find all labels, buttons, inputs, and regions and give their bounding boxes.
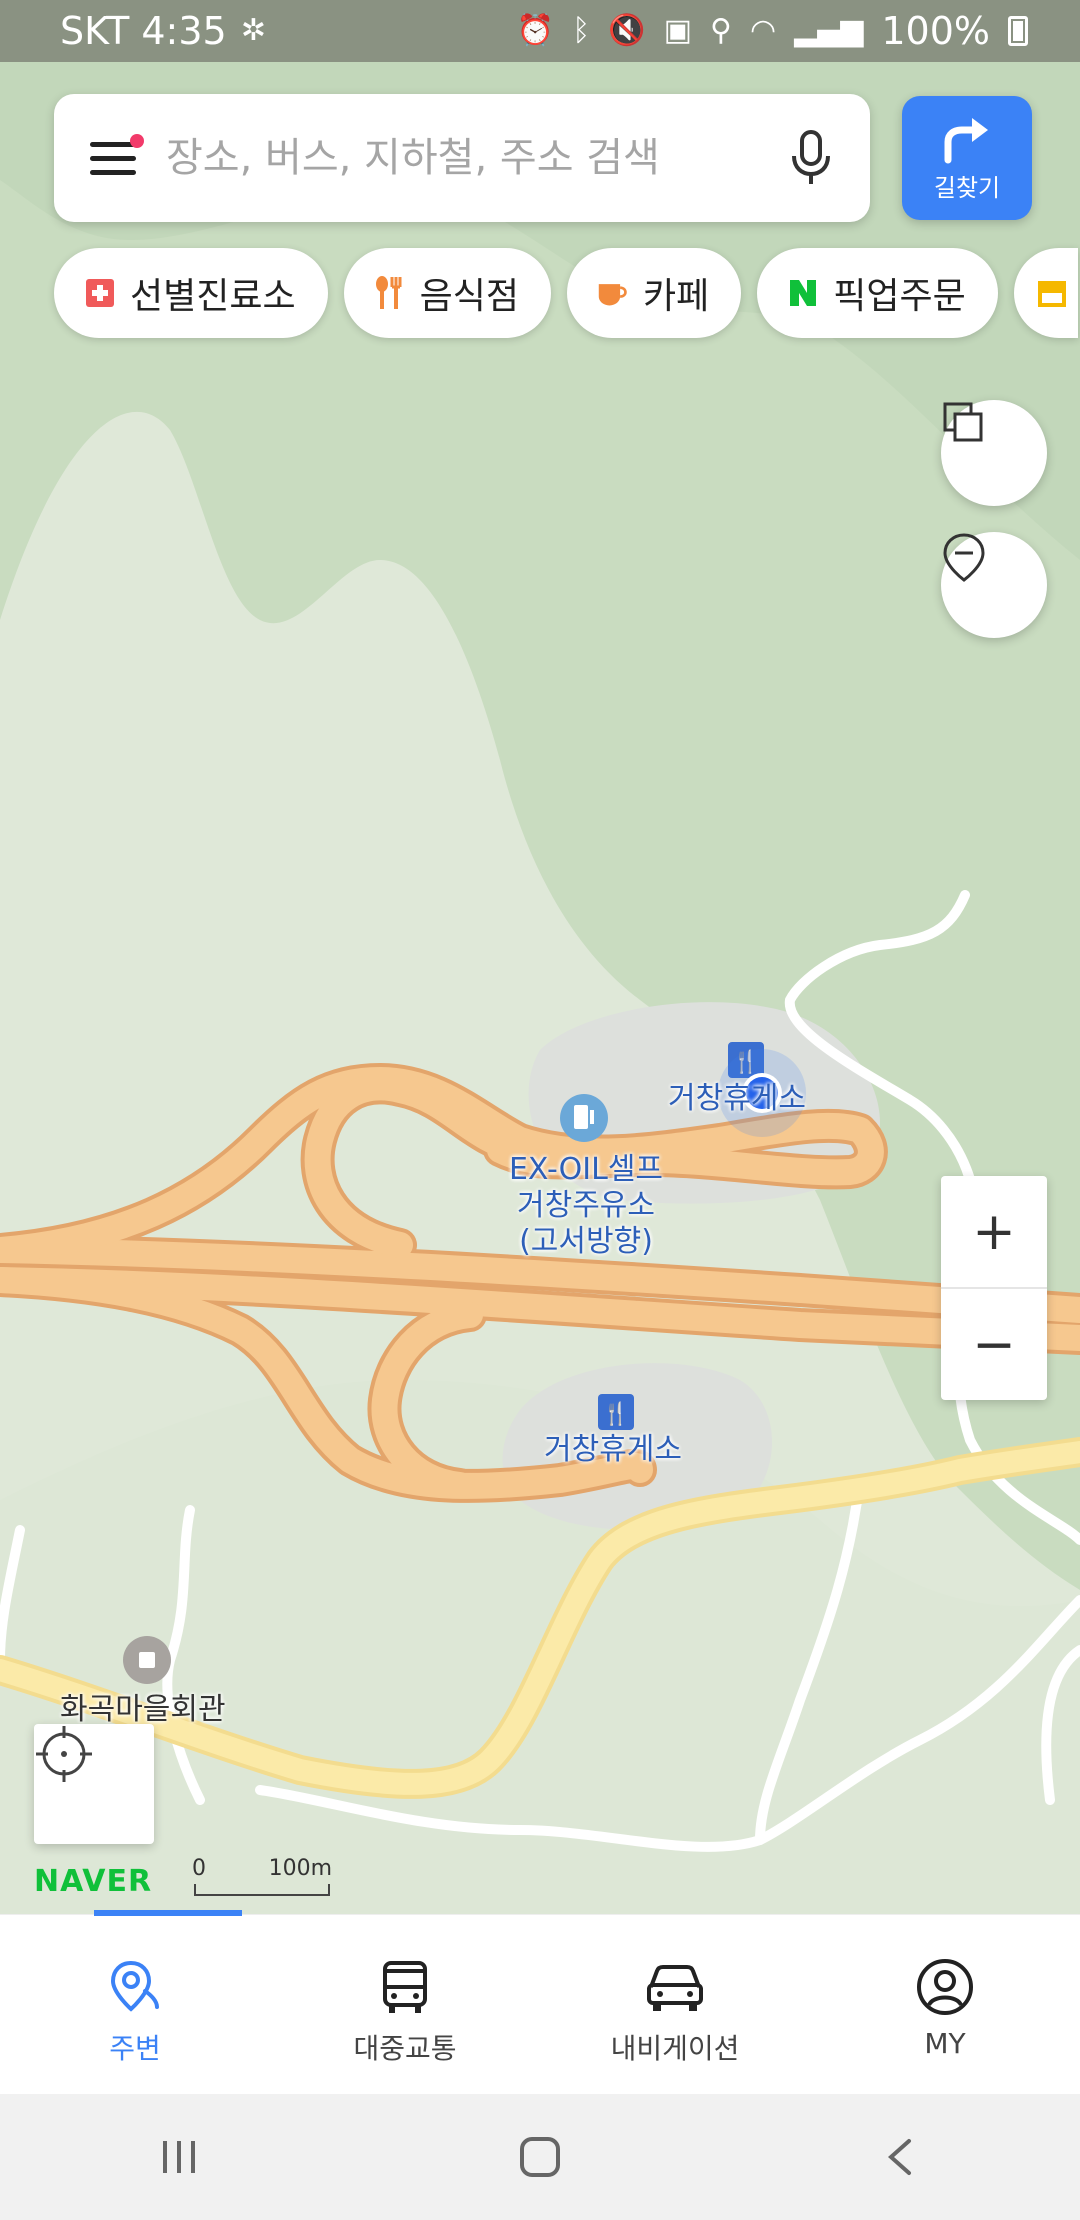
- store-icon: [1036, 277, 1068, 309]
- crosshair-icon: [36, 1726, 92, 1782]
- menu-icon[interactable]: [90, 134, 144, 178]
- category-chips: 선별진료소 음식점 카페 픽업주문: [54, 248, 1078, 338]
- directions-button[interactable]: 길찾기: [902, 96, 1032, 220]
- chip-screening-clinic[interactable]: 선별진료소: [54, 248, 328, 338]
- notification-dot: [130, 134, 144, 148]
- restaurant-poi-south[interactable]: 🍴: [598, 1394, 634, 1430]
- battery-saver-icon: ▣: [663, 13, 692, 48]
- battery-icon: [1008, 16, 1028, 46]
- nearby-icon: [110, 1960, 159, 2012]
- car-icon: [647, 1965, 703, 2011]
- bottom-navigation: 주변 대중교통 내비게이션 MY: [0, 1914, 1080, 2095]
- chip-label: 선별진료소: [130, 276, 296, 317]
- saved-places-button[interactable]: [941, 532, 1047, 638]
- layers-icon: [943, 402, 983, 442]
- village-hall-poi[interactable]: [123, 1636, 171, 1684]
- chip-label: 카페: [642, 276, 710, 317]
- tab-label: 주변: [109, 2032, 161, 2065]
- zoom-out-button[interactable]: −: [941, 1289, 1047, 1400]
- tab-my[interactable]: MY: [810, 1915, 1080, 2095]
- bus-icon: [383, 1961, 427, 2013]
- layers-button[interactable]: [941, 400, 1047, 506]
- cafe-icon: [597, 277, 629, 309]
- naver-logo: NAVER: [34, 1864, 153, 1899]
- chip-label: 음식점: [419, 276, 519, 317]
- chip-more-partial[interactable]: [1013, 248, 1078, 338]
- tab-nearby[interactable]: 주변: [0, 1915, 270, 2095]
- my-location-button[interactable]: [34, 1724, 154, 1844]
- scale-start: 0: [192, 1856, 206, 1881]
- recent-apps-icon[interactable]: [157, 2135, 201, 2179]
- active-tab-indicator: [94, 1910, 242, 1916]
- zoom-controls: + −: [941, 1176, 1047, 1400]
- village-hall-label[interactable]: 화곡마을회관: [60, 1692, 226, 1728]
- search-bar: [54, 94, 870, 222]
- fan-icon: ✲: [240, 13, 266, 48]
- chip-pickup-order[interactable]: 픽업주문: [757, 248, 998, 338]
- restaurant-icon: [374, 276, 406, 309]
- tab-public-transit[interactable]: 대중교통: [270, 1915, 540, 2095]
- wifi-icon: ◠: [749, 13, 777, 48]
- map-graphics: 🍴 🍴: [0, 62, 1080, 1914]
- chip-label: 픽업주문: [833, 276, 966, 317]
- carrier-time: SKT 4:35: [60, 9, 227, 53]
- chip-restaurant[interactable]: 음식점: [343, 248, 551, 338]
- gas-station-label[interactable]: EX-OIL셀프 거창주유소 (고서방향): [496, 1152, 676, 1260]
- microphone-icon[interactable]: [788, 128, 834, 188]
- status-bar: SKT 4:35 ✲ ⏰ ᛒ 🔇 ▣ ⚲ ◠ ▂▄▆ 100%: [0, 0, 1080, 62]
- search-input[interactable]: [164, 134, 788, 182]
- home-icon[interactable]: [516, 2133, 564, 2181]
- clinic-icon: [84, 277, 116, 309]
- rest-area-label-south[interactable]: 거창휴게소: [544, 1432, 682, 1468]
- location-icon: ⚲: [709, 13, 732, 48]
- system-navigation-bar: [0, 2094, 1080, 2220]
- profile-icon: [917, 1959, 973, 2015]
- rest-area-label-north[interactable]: 거창휴게소: [668, 1081, 806, 1117]
- back-icon[interactable]: [879, 2135, 923, 2179]
- turn-right-arrow-icon: [944, 117, 988, 163]
- bluetooth-icon: ᛒ: [572, 13, 591, 48]
- tab-navigation[interactable]: 내비게이션: [540, 1915, 810, 2095]
- chip-cafe[interactable]: 카페: [566, 248, 742, 338]
- directions-label: 길찾기: [933, 173, 1001, 202]
- alarm-icon: ⏰: [516, 13, 555, 48]
- map-pin-minus-icon: [943, 533, 985, 582]
- map-canvas[interactable]: 🍴 🍴 거창휴게소 EX-OIL셀프 거창주유소 (고서방향) 거창휴게소 화곡…: [0, 62, 1080, 1914]
- mute-icon: 🔇: [608, 13, 646, 48]
- tab-label: 대중교통: [353, 2032, 457, 2065]
- scale-end: 100m: [268, 1856, 332, 1881]
- signal-icon: ▂▄▆: [794, 13, 864, 48]
- naver-n-icon: [787, 277, 819, 309]
- zoom-in-button[interactable]: +: [941, 1176, 1047, 1287]
- svg-text:🍴: 🍴: [602, 1401, 629, 1427]
- scale-bar: [194, 1884, 330, 1896]
- tab-label: MY: [924, 2027, 966, 2060]
- gas-station-poi[interactable]: [560, 1094, 608, 1142]
- battery-percent: 100%: [881, 9, 990, 53]
- tab-label: 내비게이션: [610, 2032, 740, 2065]
